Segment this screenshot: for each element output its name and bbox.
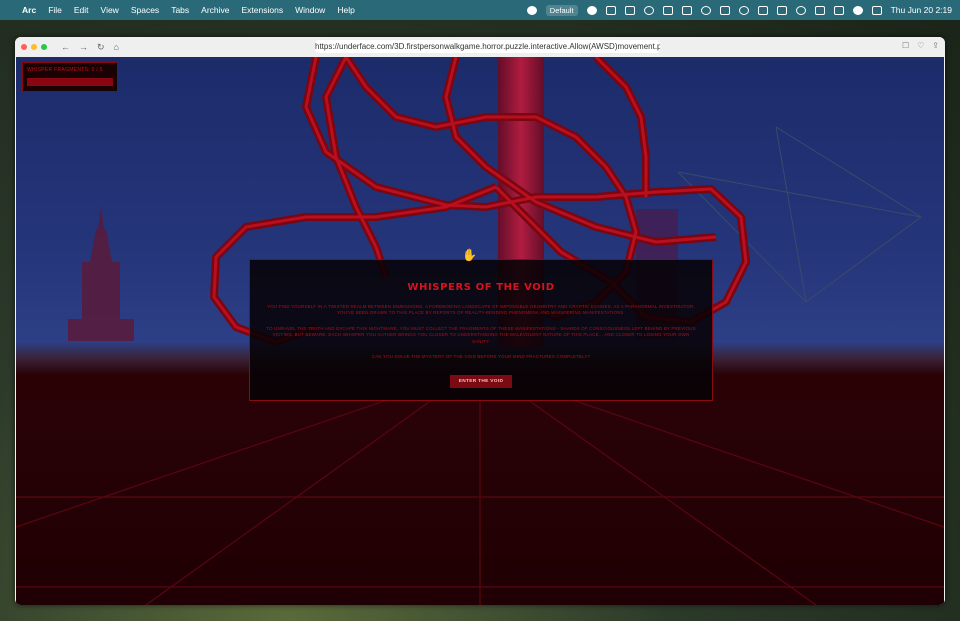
menu-archive[interactable]: Archive — [201, 5, 229, 15]
menu-tabs[interactable]: Tabs — [171, 5, 189, 15]
menu-spaces[interactable]: Spaces — [131, 5, 159, 15]
menu-extensions[interactable]: Extensions — [242, 5, 284, 15]
notification-icon[interactable] — [833, 5, 844, 15]
home-icon[interactable]: ⌂ — [114, 42, 119, 53]
battery-icon[interactable] — [776, 5, 787, 15]
dialog-paragraph-2: TO UNRAVEL THE TRUTH AND ESCAPE THIS NIG… — [266, 325, 696, 344]
forward-icon[interactable]: → — [79, 42, 88, 53]
window-icon[interactable] — [605, 5, 616, 15]
intro-dialog: WHISPERS OF THE VOID YOU FIND YOURSELF I… — [249, 259, 713, 401]
display-icon[interactable] — [681, 5, 692, 15]
fragment-counter-label: WHISPER FRAGMENTS: 0 / 5 — [27, 67, 103, 73]
browser-toolbar: ← → ↻ ⌂ https://underface.com/3D.firstpe… — [15, 37, 945, 57]
cloud-icon[interactable] — [526, 5, 537, 15]
user-icon[interactable] — [852, 5, 863, 15]
wire-pyramid — [677, 126, 922, 303]
wifi-icon[interactable] — [719, 5, 730, 15]
menu-bar: Arc File Edit View Spaces Tabs Archive E… — [0, 0, 960, 20]
image-icon[interactable] — [624, 5, 635, 15]
fragment-counter: WHISPER FRAGMENTS: 0 / 5 — [22, 62, 118, 92]
enter-void-button[interactable]: ENTER THE VOID — [449, 375, 513, 389]
hand-cursor-icon: ✋ — [462, 248, 477, 262]
search-icon[interactable] — [738, 5, 749, 15]
menu-clock[interactable]: Thu Jun 20 2:19 — [891, 5, 952, 15]
dialog-paragraph-1: YOU FIND YOURSELF IN A TWISTED REALM BET… — [267, 304, 695, 316]
minimize-window-icon[interactable] — [31, 44, 37, 50]
menu-edit[interactable]: Edit — [74, 5, 89, 15]
menu-window[interactable]: Window — [295, 5, 325, 15]
zoom-window-icon[interactable] — [41, 44, 47, 50]
reload-icon[interactable]: ↻ — [97, 42, 105, 53]
dialog-paragraph-3: CAN YOU SOLVE THE MYSTERY OF THE VOID BE… — [371, 354, 591, 360]
dialog-title: WHISPERS OF THE VOID — [407, 282, 555, 293]
game-viewport[interactable]: WHISPER FRAGMENTS: 0 / 5 WHISPERS OF THE… — [16, 57, 944, 605]
menu-file[interactable]: File — [48, 5, 62, 15]
url-bar[interactable]: https://underface.com/3D.firstpersonwalk… — [315, 40, 660, 53]
distant-tower — [68, 207, 134, 341]
moon-icon[interactable] — [700, 5, 711, 15]
settings-icon[interactable] — [795, 5, 806, 15]
menu-view[interactable]: View — [101, 5, 119, 15]
control-center-icon[interactable] — [871, 5, 882, 15]
close-window-icon[interactable] — [21, 44, 27, 50]
record-icon[interactable] — [643, 5, 654, 15]
menu-app-name[interactable]: Arc — [22, 5, 36, 15]
menu-help[interactable]: Help — [337, 5, 354, 15]
profile-badge[interactable]: Default — [545, 4, 578, 16]
back-icon[interactable]: ← — [61, 42, 70, 53]
bookmark-icon[interactable]: ☐ — [902, 41, 909, 50]
bluetooth-icon[interactable] — [662, 5, 673, 15]
keyboard-icon[interactable] — [814, 5, 825, 15]
heart-icon[interactable]: ♡ — [917, 41, 924, 50]
share-icon[interactable]: ⇪ — [932, 41, 939, 50]
volume-icon[interactable] — [757, 5, 768, 15]
fragment-progress-bar — [27, 78, 113, 86]
floor-grid — [16, 396, 944, 605]
chat-icon[interactable] — [586, 5, 597, 15]
browser-window: ← → ↻ ⌂ https://underface.com/3D.firstpe… — [15, 37, 945, 605]
